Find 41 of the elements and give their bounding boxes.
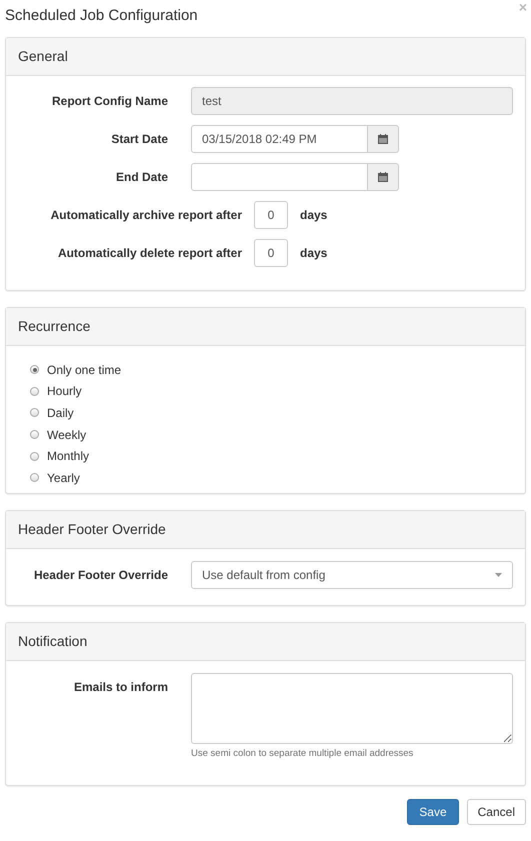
calendar-button[interactable] (368, 163, 399, 191)
radio-button[interactable] (30, 386, 39, 396)
radio-button[interactable] (30, 473, 39, 482)
select-field[interactable]: Use default from config (191, 560, 513, 589)
unit-label: days (300, 207, 328, 224)
radio-label[interactable]: Monthly (47, 447, 90, 466)
number-field[interactable]: 0 (254, 239, 288, 267)
radio-label[interactable]: Only one time (47, 360, 122, 379)
field-label: Start Date (110, 131, 168, 148)
calendar-button[interactable] (368, 125, 399, 153)
radio-button[interactable] (30, 408, 39, 418)
radio-button[interactable] (30, 365, 39, 374)
field-label: Emails to inform (72, 678, 168, 696)
panel-heading: Header Footer Override (6, 510, 525, 549)
panel-heading: Notification (6, 622, 525, 661)
help-text: Use semi colon to separate multiple email addresses (191, 746, 414, 761)
panel-heading: Recurrence (6, 308, 525, 346)
dialog-title: Scheduled Job Configuration (5, 6, 198, 26)
caret-icon (495, 572, 502, 577)
field-label: Header Footer Override (32, 566, 168, 584)
calendar-icon (378, 172, 388, 182)
radio-label[interactable]: Daily (47, 404, 74, 422)
number-field[interactable]: 0 (254, 201, 288, 229)
cancel-button[interactable]: Cancel (466, 798, 526, 825)
field-label: End Date (114, 169, 168, 186)
field-label: Report Config Name (50, 93, 168, 110)
unit-label: days (300, 245, 328, 262)
text-field[interactable]: test (191, 87, 513, 115)
email-textarea[interactable] (191, 672, 513, 744)
radio-label[interactable]: Weekly (47, 426, 86, 444)
panel-heading: General (6, 38, 525, 76)
radio-label[interactable]: Yearly (47, 468, 80, 487)
radio-button[interactable] (30, 452, 39, 461)
field-label: Automatically delete report after (56, 245, 242, 262)
save-button[interactable]: Save (407, 798, 459, 825)
date-field[interactable] (191, 163, 368, 191)
radio-label[interactable]: Hourly (47, 382, 82, 400)
date-field[interactable]: 03/15/2018 02:49 PM (191, 125, 368, 153)
calendar-icon (378, 134, 388, 144)
radio-button[interactable] (30, 430, 39, 440)
field-label: Automatically archive report after (50, 207, 242, 224)
